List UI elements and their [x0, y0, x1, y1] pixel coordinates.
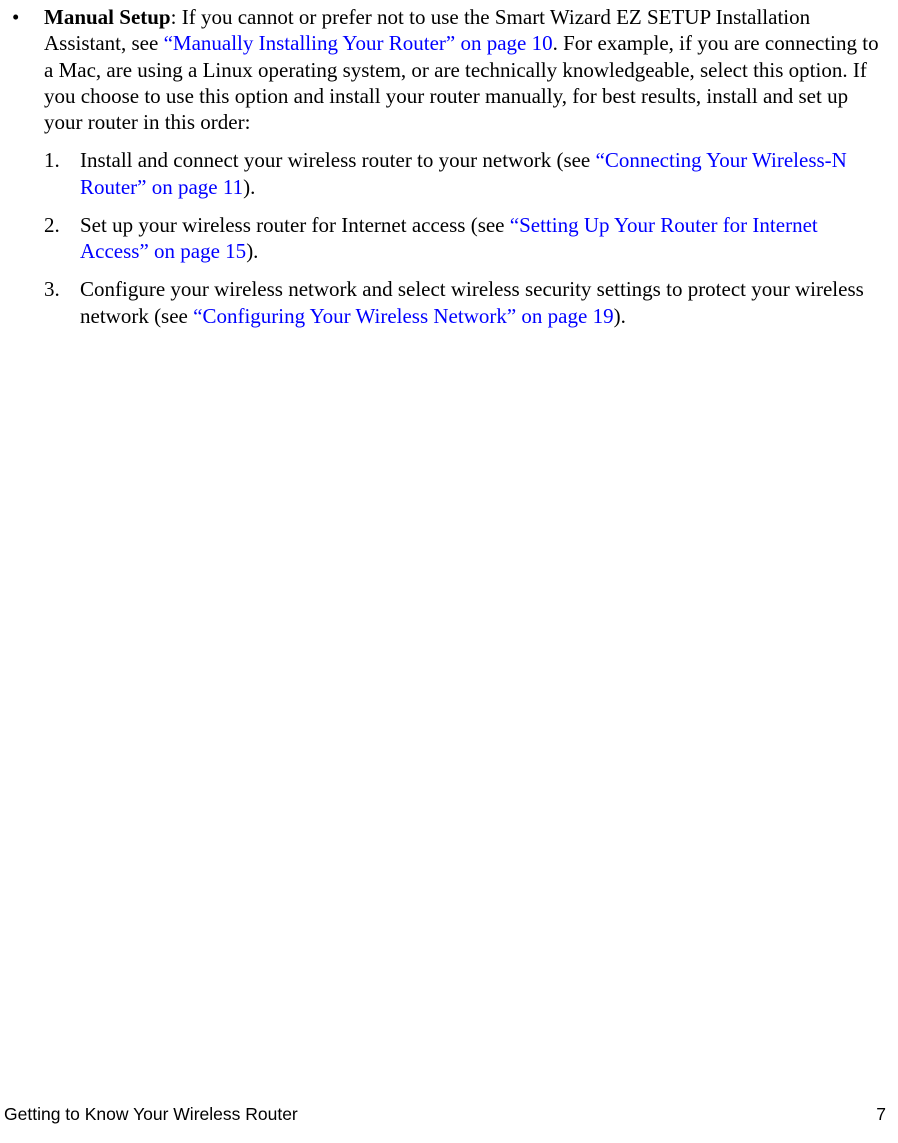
step-1-after: ).: [243, 175, 255, 199]
footer-section-title: Getting to Know Your Wireless Router: [4, 1104, 298, 1125]
manual-setup-heading: Manual Setup: [44, 5, 171, 29]
step-1-body: Install and connect your wireless router…: [80, 147, 888, 200]
footer-page-number: 7: [876, 1104, 886, 1125]
step-2-number: 2.: [44, 212, 80, 265]
bullet-body: Manual Setup: If you cannot or prefer no…: [44, 4, 888, 329]
step-1-number: 1.: [44, 147, 80, 200]
step-1-before: Install and connect your wireless router…: [80, 148, 596, 172]
link-manual-install[interactable]: “Manually Installing Your Router” on pag…: [164, 31, 553, 55]
page-footer: Getting to Know Your Wireless Router 7: [0, 1104, 898, 1125]
step-3-after: ).: [614, 304, 626, 328]
step-2-body: Set up your wireless router for Internet…: [80, 212, 888, 265]
step-1: 1. Install and connect your wireless rou…: [44, 147, 888, 200]
page: • Manual Setup: If you cannot or prefer …: [0, 0, 898, 1143]
ordered-steps: 1. Install and connect your wireless rou…: [44, 147, 888, 329]
body-content: • Manual Setup: If you cannot or prefer …: [10, 4, 888, 329]
step-3-body: Configure your wireless network and sele…: [80, 276, 888, 329]
step-2-before: Set up your wireless router for Internet…: [80, 213, 510, 237]
step-2-after: ).: [246, 239, 258, 263]
manual-setup-bullet: • Manual Setup: If you cannot or prefer …: [10, 4, 888, 329]
step-3: 3. Configure your wireless network and s…: [44, 276, 888, 329]
bullet-marker: •: [10, 4, 44, 329]
link-configuring-wireless[interactable]: “Configuring Your Wireless Network” on p…: [193, 304, 613, 328]
step-2: 2. Set up your wireless router for Inter…: [44, 212, 888, 265]
step-3-number: 3.: [44, 276, 80, 329]
